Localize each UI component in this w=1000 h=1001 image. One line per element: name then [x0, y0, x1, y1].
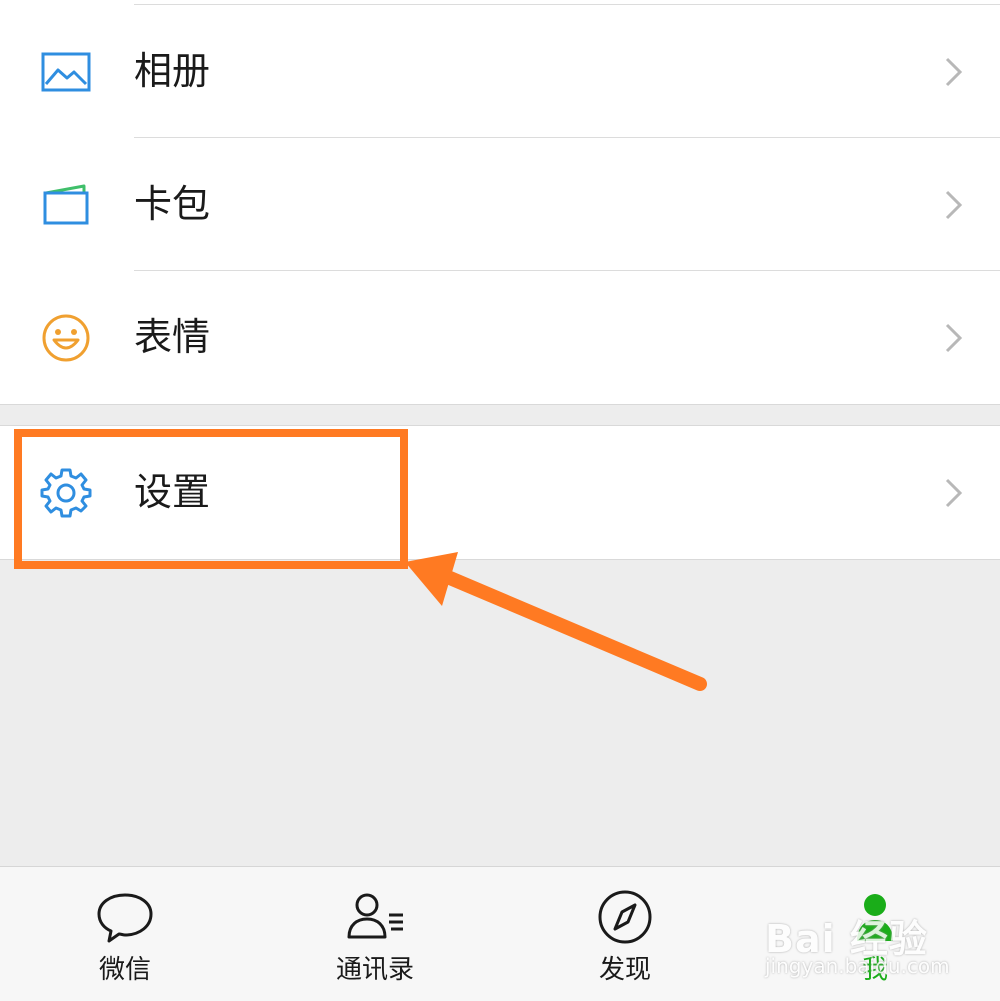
menu-item-label: 表情	[134, 315, 211, 359]
menu-group-settings: 设置	[0, 425, 1000, 560]
menu-item-emoji[interactable]: 表情	[0, 271, 1000, 404]
card-wallet-icon	[40, 179, 92, 231]
tab-label: 我	[861, 955, 888, 985]
tab-label: 通讯录	[335, 955, 414, 985]
person-icon	[845, 889, 905, 945]
menu-item-card-wallet[interactable]: 卡包	[0, 138, 1000, 271]
tab-discover[interactable]: 发现	[500, 867, 750, 1001]
chevron-right-icon	[944, 56, 964, 88]
chevron-right-icon	[944, 477, 964, 509]
album-icon	[40, 46, 92, 98]
bottom-tab-bar: 微信 通讯录 发现 我	[0, 866, 1000, 1001]
tab-me[interactable]: 我	[750, 867, 1000, 1001]
gear-icon	[40, 466, 92, 518]
menu-item-label: 设置	[134, 470, 211, 514]
tab-wechat[interactable]: 微信	[0, 867, 250, 1001]
chevron-right-icon	[944, 189, 964, 221]
contacts-icon	[345, 889, 405, 945]
compass-icon	[595, 889, 655, 945]
menu-item-album[interactable]: 相册	[0, 5, 1000, 138]
tab-contacts[interactable]: 通讯录	[250, 867, 500, 1001]
menu-item-label: 相册	[134, 49, 211, 93]
menu-item-label: 卡包	[134, 182, 211, 226]
emoji-smile-icon	[40, 312, 92, 364]
chat-bubble-icon	[95, 889, 155, 945]
menu-group-main: 相册 卡包 表情	[0, 0, 1000, 405]
tab-label: 发现	[598, 955, 651, 985]
tab-label: 微信	[98, 955, 151, 985]
chevron-right-icon	[944, 322, 964, 354]
menu-item-settings[interactable]: 设置	[0, 426, 1000, 559]
